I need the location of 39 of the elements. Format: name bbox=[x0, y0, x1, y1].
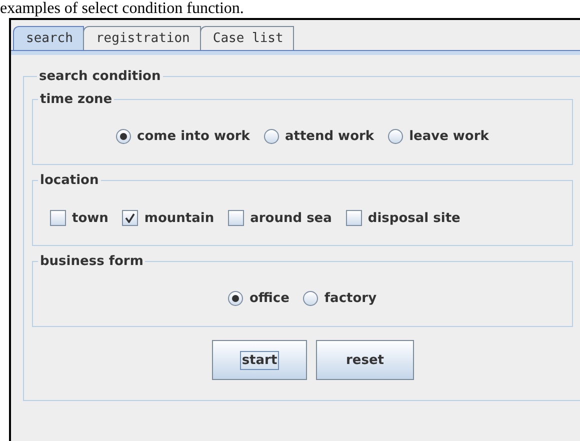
option-label: leave work bbox=[409, 129, 489, 144]
radio-button[interactable] bbox=[388, 129, 404, 144]
option-label: come into work bbox=[137, 129, 250, 144]
radio-option[interactable]: office bbox=[228, 291, 290, 306]
radio-option[interactable]: attend work bbox=[264, 129, 374, 144]
focus-outline: start bbox=[240, 350, 280, 370]
option-label: factory bbox=[324, 291, 377, 306]
checkbox[interactable] bbox=[122, 210, 138, 226]
group-title: time zone bbox=[39, 92, 114, 107]
group-title: location bbox=[39, 173, 100, 188]
checkbox[interactable] bbox=[50, 210, 66, 226]
tab[interactable]: Case list bbox=[200, 26, 294, 50]
option-label: around sea bbox=[250, 210, 332, 226]
group-title: business form bbox=[39, 254, 144, 269]
option-label: town bbox=[72, 210, 108, 226]
radio-option[interactable]: factory bbox=[303, 291, 377, 306]
option-label: disposal site bbox=[368, 210, 460, 226]
radio-option[interactable]: leave work bbox=[388, 129, 489, 144]
action-button[interactable]: reset bbox=[316, 340, 414, 380]
checkbox-option[interactable]: disposal site bbox=[346, 210, 460, 226]
radio-option[interactable]: come into work bbox=[116, 129, 250, 144]
radio-button[interactable] bbox=[264, 129, 279, 144]
action-button[interactable]: start bbox=[212, 340, 307, 380]
checkbox-option[interactable]: mountain bbox=[122, 210, 214, 226]
option-label: attend work bbox=[284, 129, 374, 144]
tab[interactable]: search bbox=[13, 26, 84, 50]
checkbox-option[interactable]: town bbox=[50, 210, 108, 226]
option-label: mountain bbox=[144, 210, 214, 226]
radio-button[interactable] bbox=[116, 129, 132, 144]
tab[interactable]: registration bbox=[82, 26, 201, 50]
focus-outline: reset bbox=[345, 352, 385, 370]
radio-button[interactable] bbox=[228, 291, 244, 306]
radio-button[interactable] bbox=[303, 291, 318, 306]
checkbox[interactable] bbox=[346, 210, 362, 226]
caption-text: examples of select condition function. bbox=[0, 0, 244, 18]
checkbox[interactable] bbox=[228, 210, 244, 226]
checkbox-option[interactable]: around sea bbox=[228, 210, 332, 226]
option-label: office bbox=[249, 291, 290, 306]
group-title: search condition bbox=[38, 69, 162, 84]
